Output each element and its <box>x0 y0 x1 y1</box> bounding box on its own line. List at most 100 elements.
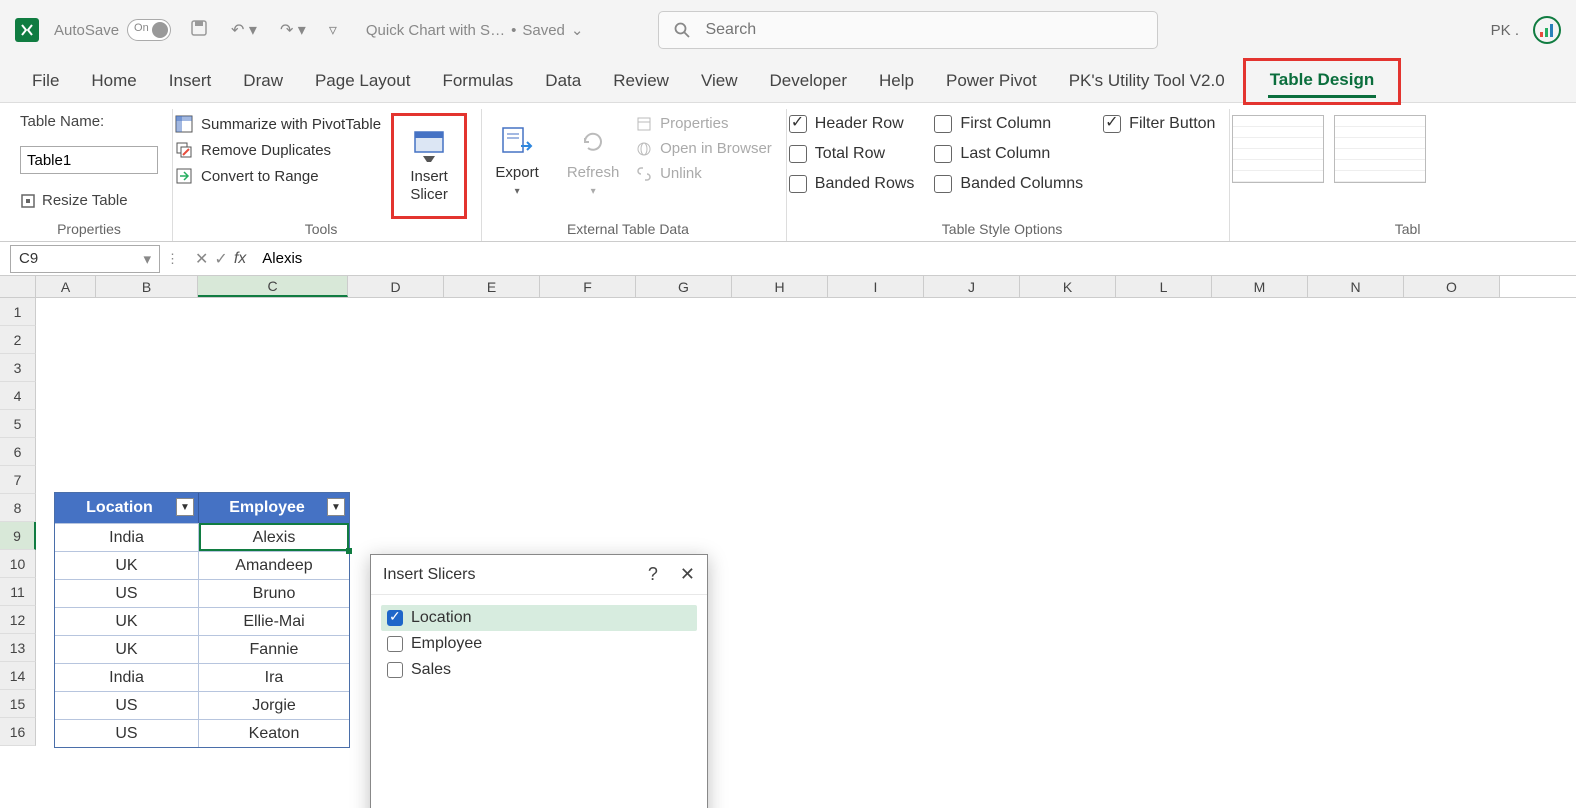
help-icon[interactable]: ? <box>648 564 658 585</box>
search-input[interactable] <box>705 21 1143 39</box>
row-header[interactable]: 1 <box>0 298 36 326</box>
cell-location[interactable]: India <box>55 663 199 691</box>
row-header[interactable]: 12 <box>0 606 36 634</box>
chevron-down-icon[interactable]: ⌄ <box>571 21 584 39</box>
tab-help[interactable]: Help <box>865 65 928 97</box>
cb-banded-columns[interactable]: Banded Columns <box>934 175 1083 193</box>
worksheet-grid[interactable]: A B C D E F G H I J K L M N O 1 2 3 4 5 … <box>0 276 1576 808</box>
cell-employee[interactable]: Jorgie <box>199 691 349 719</box>
row-header[interactable]: 3 <box>0 354 36 382</box>
tab-review[interactable]: Review <box>599 65 683 97</box>
tab-data[interactable]: Data <box>531 65 595 97</box>
summarize-pivot-button[interactable]: Summarize with PivotTable <box>175 115 381 133</box>
name-box[interactable]: C9 ▾ <box>10 245 160 273</box>
table-row[interactable]: IndiaIra <box>55 663 349 691</box>
cell-employee[interactable]: Keaton <box>199 719 349 747</box>
table-name-input[interactable] <box>20 146 158 174</box>
cell-employee-active[interactable]: Alexis <box>199 523 349 551</box>
tab-view[interactable]: View <box>687 65 752 97</box>
tab-home[interactable]: Home <box>77 65 150 97</box>
tab-file[interactable]: File <box>18 65 73 97</box>
table-row[interactable]: UKEllie-Mai <box>55 607 349 635</box>
row-header[interactable]: 6 <box>0 438 36 466</box>
undo-icon[interactable]: ↶ ▾ <box>227 16 261 44</box>
cell-location[interactable]: UK <box>55 607 199 635</box>
col-header-I[interactable]: I <box>828 276 924 297</box>
slicer-field-sales[interactable]: Sales <box>381 657 697 683</box>
col-header-H[interactable]: H <box>732 276 828 297</box>
cell-location[interactable]: US <box>55 691 199 719</box>
cb-banded-rows[interactable]: Banded Rows <box>789 175 915 193</box>
col-header-L[interactable]: L <box>1116 276 1212 297</box>
table-header-location[interactable]: Location ▼ <box>55 493 199 523</box>
cell-location[interactable]: US <box>55 579 199 607</box>
enter-icon[interactable]: ✓ <box>214 249 227 269</box>
row-header[interactable]: 7 <box>0 466 36 494</box>
col-header-K[interactable]: K <box>1020 276 1116 297</box>
cb-first-column[interactable]: First Column <box>934 115 1083 133</box>
export-button[interactable]: Export ▾ <box>484 113 550 209</box>
cb-filter-button[interactable]: Filter Button <box>1103 115 1215 133</box>
col-header-M[interactable]: M <box>1212 276 1308 297</box>
slicer-field-employee[interactable]: Employee <box>381 631 697 657</box>
col-header-E[interactable]: E <box>444 276 540 297</box>
col-header-O[interactable]: O <box>1404 276 1500 297</box>
tab-pk-utility[interactable]: PK's Utility Tool V2.0 <box>1055 65 1239 97</box>
filter-dropdown-icon[interactable]: ▼ <box>176 498 194 516</box>
row-header[interactable]: 5 <box>0 410 36 438</box>
table-row[interactable]: USBruno <box>55 579 349 607</box>
formula-input[interactable] <box>256 250 1576 267</box>
user-avatar[interactable] <box>1533 16 1561 44</box>
tab-page-layout[interactable]: Page Layout <box>301 65 424 97</box>
chevron-down-icon[interactable]: ▾ <box>143 250 151 268</box>
row-header[interactable]: 9 <box>0 522 36 550</box>
cb-total-row[interactable]: Total Row <box>789 145 915 163</box>
col-header-G[interactable]: G <box>636 276 732 297</box>
redo-icon[interactable]: ↷ ▾ <box>276 16 310 44</box>
remove-duplicates-button[interactable]: Remove Duplicates <box>175 141 381 159</box>
col-header-B[interactable]: B <box>96 276 198 297</box>
table-style-swatch[interactable] <box>1232 115 1324 183</box>
table-row[interactable]: UKFannie <box>55 635 349 663</box>
cancel-icon[interactable]: ✕ <box>195 249 208 269</box>
tab-table-design[interactable]: Table Design <box>1256 64 1389 96</box>
tab-draw[interactable]: Draw <box>229 65 297 97</box>
dialog-titlebar[interactable]: Insert Slicers ? ✕ <box>371 555 707 595</box>
cell-location[interactable]: US <box>55 719 199 747</box>
row-header[interactable]: 8 <box>0 494 36 522</box>
convert-range-button[interactable]: Convert to Range <box>175 167 381 185</box>
table-row[interactable]: India Alexis <box>55 523 349 551</box>
user-name[interactable]: PK . <box>1491 22 1519 39</box>
tab-power-pivot[interactable]: Power Pivot <box>932 65 1051 97</box>
row-header[interactable]: 4 <box>0 382 36 410</box>
cell-employee[interactable]: Ellie-Mai <box>199 607 349 635</box>
slicer-field-location[interactable]: Location <box>381 605 697 631</box>
table-row[interactable]: UKAmandeep <box>55 551 349 579</box>
row-header[interactable]: 14 <box>0 662 36 690</box>
tab-formulas[interactable]: Formulas <box>428 65 527 97</box>
search-box[interactable] <box>658 11 1158 49</box>
col-header-N[interactable]: N <box>1308 276 1404 297</box>
row-header[interactable]: 10 <box>0 550 36 578</box>
checkbox-icon[interactable] <box>387 610 403 626</box>
tab-insert[interactable]: Insert <box>155 65 226 97</box>
cb-header-row[interactable]: Header Row <box>789 115 915 133</box>
row-header[interactable]: 13 <box>0 634 36 662</box>
cell-employee[interactable]: Fannie <box>199 635 349 663</box>
cell-location[interactable]: India <box>55 523 199 551</box>
cell-employee[interactable]: Ira <box>199 663 349 691</box>
row-header[interactable]: 16 <box>0 718 36 746</box>
cell-location[interactable]: UK <box>55 635 199 663</box>
cell-location[interactable]: UK <box>55 551 199 579</box>
qat-more-icon[interactable]: ▿ <box>325 16 341 44</box>
col-header-D[interactable]: D <box>348 276 444 297</box>
document-title[interactable]: Quick Chart with S… • Saved ⌄ <box>366 21 584 39</box>
table-header-employee[interactable]: Employee ▼ <box>199 493 349 523</box>
close-icon[interactable]: ✕ <box>680 564 695 585</box>
filter-dropdown-icon[interactable]: ▼ <box>327 498 345 516</box>
resize-table-button[interactable]: Resize Table <box>20 192 128 209</box>
excel-table[interactable]: Location ▼ Employee ▼ India Alexis UKAma… <box>54 492 350 748</box>
insert-slicer-button[interactable]: InsertSlicer <box>396 118 462 214</box>
save-icon[interactable] <box>186 15 212 46</box>
table-row[interactable]: USKeaton <box>55 719 349 747</box>
